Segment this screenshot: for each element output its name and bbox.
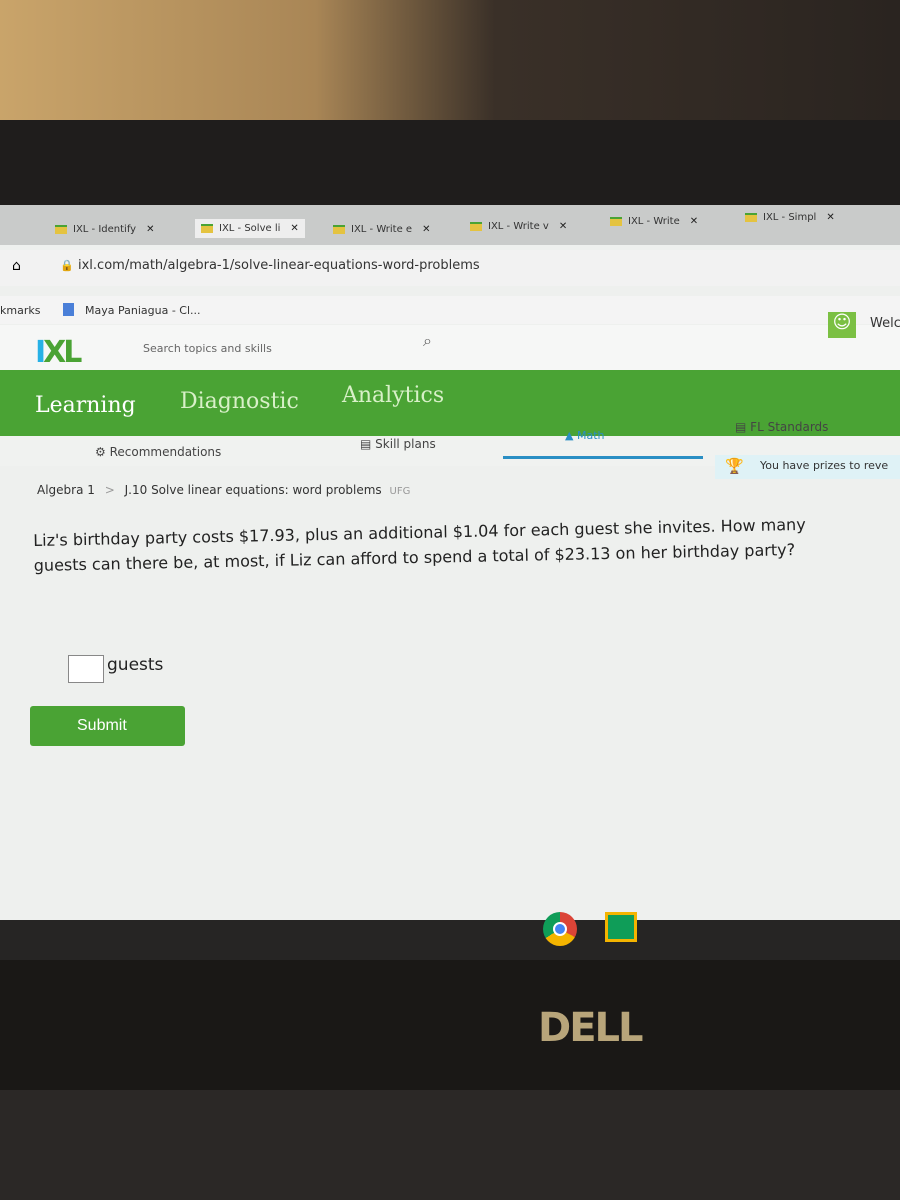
close-icon[interactable]: ✕ [826,212,834,223]
submit-button[interactable]: Submit [30,706,185,746]
logo-i: I [35,335,46,370]
ixl-favicon-icon [333,224,345,234]
close-icon[interactable]: ✕ [290,223,298,234]
os-shelf [0,920,900,960]
standards-icon: ▤ [735,420,747,434]
active-tab-indicator [503,456,703,459]
tab-label: Recommendations [109,445,222,459]
close-icon[interactable]: ✕ [690,216,698,227]
tab-fl-standards[interactable]: ▤ FL Standards [735,420,828,434]
close-icon[interactable]: ✕ [146,224,154,235]
ixl-favicon-icon [610,216,622,226]
tab[interactable]: IXL - Simpl ✕ [745,212,835,223]
logo-xl: XL [43,335,82,370]
tab-label: Math [576,429,605,442]
ixl-header [0,325,900,370]
laptop-base [0,1090,900,1200]
pyramid-icon: ▲ [565,429,574,442]
skill-title: J.10 Solve linear equations: word proble… [124,483,382,497]
breadcrumb: Algebra 1 > J.10 Solve linear equations:… [37,483,410,497]
tab-label: IXL - Identify [73,224,137,235]
docs-icon [63,303,74,316]
ixl-favicon-icon [55,224,67,234]
ixl-favicon-icon [470,221,482,231]
avatar[interactable]: ☺ [828,312,856,338]
trophy-icon: 🏆 [725,457,744,475]
nav-diagnostic[interactable]: Diagnostic [180,389,299,414]
search-icon[interactable]: ⌕ [423,331,432,351]
tab-active[interactable]: IXL - Solve li ✕ [195,219,305,238]
tab-label: IXL - Write e [351,224,413,235]
tab[interactable]: IXL - Identify ✕ [55,224,154,235]
chrome-icon[interactable] [543,912,577,946]
skill-plans-icon: ▤ [360,437,372,451]
breadcrumb-separator: > [104,483,115,497]
close-icon[interactable]: ✕ [559,221,567,232]
bookmark-item[interactable]: Maya Paniagua - Cl... [85,304,201,317]
tab-label: FL Standards [750,420,829,434]
laptop-bezel [0,120,900,215]
tab-recommendations[interactable]: ⚙ Recommendations [95,445,221,459]
dell-logo: DELL [538,1005,644,1051]
prize-text: You have prizes to reve [760,459,889,472]
bookmarks-label: kmarks [0,304,41,317]
nav-analytics[interactable]: Analytics [342,383,444,408]
photo-background [0,0,900,130]
tab[interactable]: IXL - Write ✕ [610,216,698,227]
bookmarks-bar: kmarks Maya Paniagua - Cl... [0,296,900,324]
answer-input[interactable] [68,655,104,683]
lock-icon: 🔒 [60,259,74,272]
tab-label: IXL - Write [628,216,680,227]
tab-label: IXL - Solve li [219,223,281,234]
tab[interactable]: IXL - Write e ✕ [333,224,430,235]
tab-label: Skill plans [375,437,436,451]
tab[interactable]: IXL - Write v ✕ [470,221,567,232]
tab-label: IXL - Simpl [763,212,817,223]
skill-code: UFG [389,486,411,497]
prize-banner[interactable]: 🏆 You have prizes to reve [715,455,900,479]
tab-skill-plans[interactable]: ▤ Skill plans [360,437,436,451]
tab-math[interactable]: ▲ Math [565,429,605,442]
close-icon[interactable]: ✕ [422,224,430,235]
breadcrumb-parent[interactable]: Algebra 1 [37,483,95,497]
home-icon[interactable]: ⌂ [12,258,21,274]
nav-learning[interactable]: Learning [35,393,136,418]
answer-unit: guests [107,655,164,675]
classroom-icon[interactable] [605,912,637,942]
welcome-text: Welc [870,316,900,331]
recommendations-icon: ⚙ [95,445,106,459]
url-text[interactable]: ixl.com/math/algebra-1/solve-linear-equa… [78,258,480,273]
ixl-logo[interactable]: IXL [35,335,82,370]
ixl-favicon-icon [201,223,213,233]
tab-label: IXL - Write v [488,221,549,232]
ixl-favicon-icon [745,212,757,222]
search-input[interactable]: Search topics and skills [143,342,272,355]
